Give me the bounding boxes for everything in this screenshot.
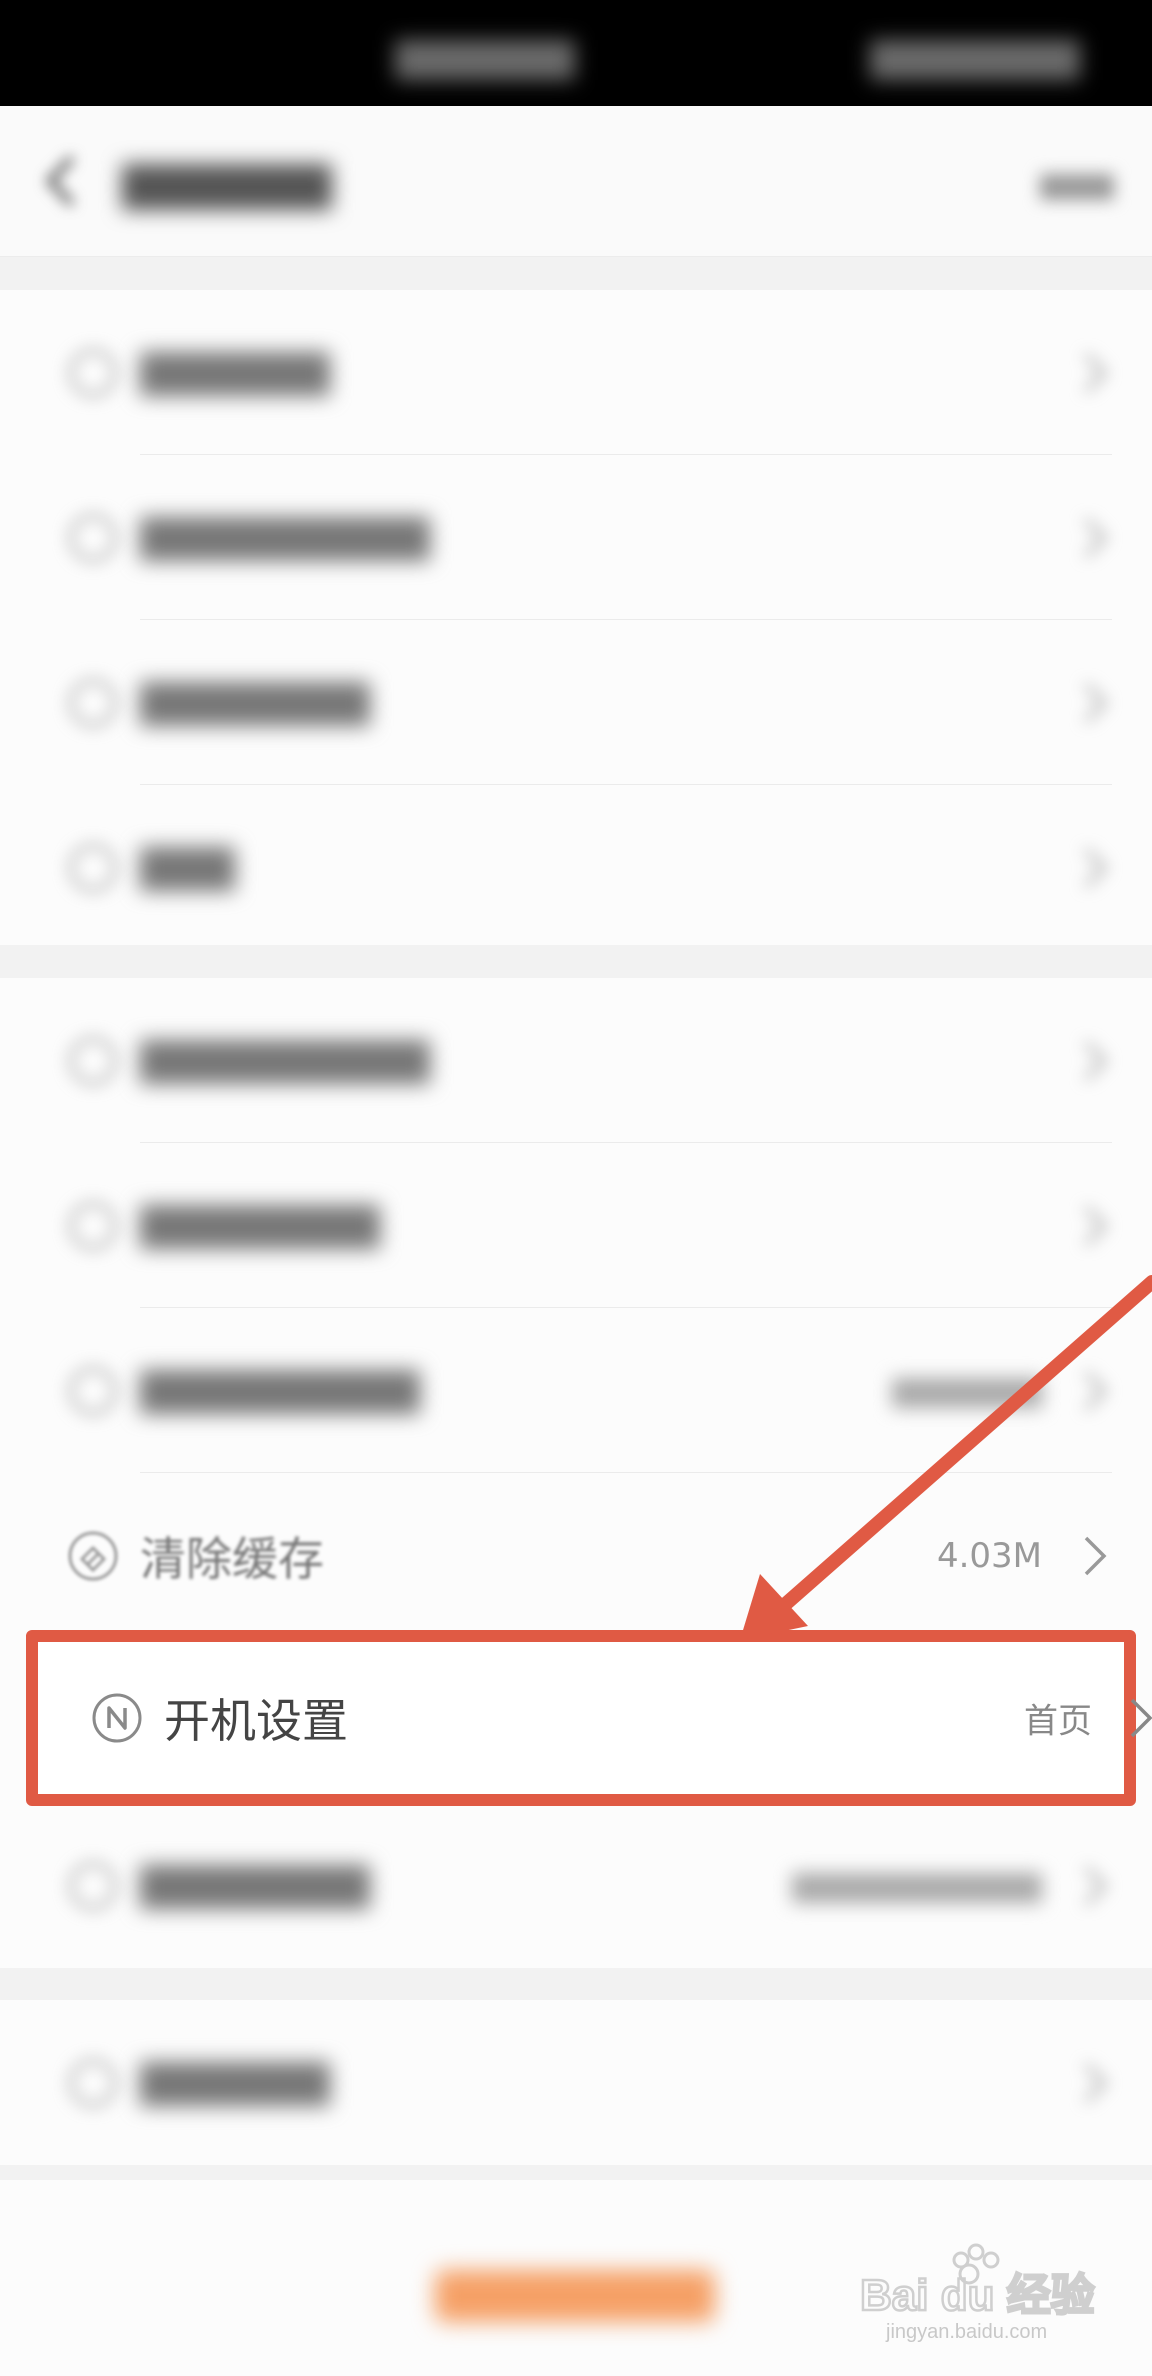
back-arrow-icon[interactable] xyxy=(30,146,100,216)
row-label-blur xyxy=(140,1865,370,1909)
broom-icon xyxy=(66,1529,120,1583)
row-icon xyxy=(66,1199,120,1253)
row-icon xyxy=(66,346,120,400)
settings-group-1 xyxy=(0,290,1152,945)
settings-row[interactable] xyxy=(0,1143,1152,1308)
baidu-watermark-logo: Bai du 经验 jingyan.baidu.com xyxy=(859,2243,1096,2343)
highlight-box: 开机设置 首页 xyxy=(26,1630,1152,1806)
chevron-right-icon xyxy=(1084,1536,1107,1575)
row-icon xyxy=(66,1859,120,1913)
chevron-right-icon xyxy=(1084,1206,1107,1245)
settings-row-startup[interactable]: 开机设置 首页 xyxy=(24,1638,1152,1798)
row-label-blur xyxy=(140,1370,420,1414)
startup-settings-label: 开机设置 xyxy=(164,1694,348,1748)
chevron-right-icon xyxy=(1084,1866,1107,1905)
status-bar xyxy=(0,0,1152,106)
settings-group-2: 清除缓存 4.03M xyxy=(0,978,1152,1968)
startup-page-value: 首页 xyxy=(1024,1701,1092,1742)
row-label-blur xyxy=(140,2062,330,2106)
settings-row[interactable] xyxy=(0,1803,1152,1968)
row-label-blur xyxy=(140,682,370,726)
chevron-right-icon xyxy=(1084,353,1107,392)
row-value-blur xyxy=(792,1873,1042,1903)
chevron-right-icon xyxy=(1084,848,1107,887)
settings-row[interactable] xyxy=(0,785,1152,950)
settings-row[interactable] xyxy=(0,1308,1152,1473)
page-title-blur xyxy=(122,164,332,210)
row-icon xyxy=(66,676,120,730)
row-label-blur xyxy=(140,352,330,396)
logout-button[interactable] xyxy=(435,2270,715,2322)
n-circle-icon xyxy=(90,1691,144,1745)
row-label-blur xyxy=(140,1205,380,1249)
row-value-blur xyxy=(892,1378,1042,1408)
chevron-right-icon xyxy=(1084,1371,1107,1410)
row-icon xyxy=(66,2056,120,2110)
settings-row-clear-cache[interactable]: 清除缓存 4.03M xyxy=(0,1473,1152,1638)
row-icon xyxy=(66,841,120,895)
chevron-right-icon xyxy=(1084,683,1107,722)
clear-cache-label: 清除缓存 xyxy=(140,1531,324,1586)
nav-bar xyxy=(0,106,1152,257)
watermark-url: jingyan.baidu.com xyxy=(885,2321,1047,2343)
chevron-right-icon xyxy=(1084,1041,1107,1080)
row-label-blur xyxy=(140,1040,430,1084)
settings-row[interactable] xyxy=(0,2000,1152,2165)
cache-size-value: 4.03M xyxy=(936,1535,1042,1576)
row-icon xyxy=(66,511,120,565)
row-label-blur xyxy=(140,517,430,561)
row-icon xyxy=(66,1364,120,1418)
settings-row[interactable] xyxy=(0,290,1152,455)
settings-row[interactable] xyxy=(0,978,1152,1143)
chevron-right-icon xyxy=(1084,518,1107,557)
settings-row[interactable] xyxy=(0,620,1152,785)
row-icon xyxy=(66,1034,120,1088)
row-label-blur xyxy=(140,847,235,891)
chevron-right-icon xyxy=(1084,2063,1107,2102)
settings-group-3 xyxy=(0,2000,1152,2165)
watermark-brand: Bai du 经验 xyxy=(860,2271,1095,2320)
settings-row[interactable] xyxy=(0,455,1152,620)
help-link-blur[interactable] xyxy=(1040,174,1114,200)
chevron-right-icon xyxy=(1130,1698,1152,1738)
